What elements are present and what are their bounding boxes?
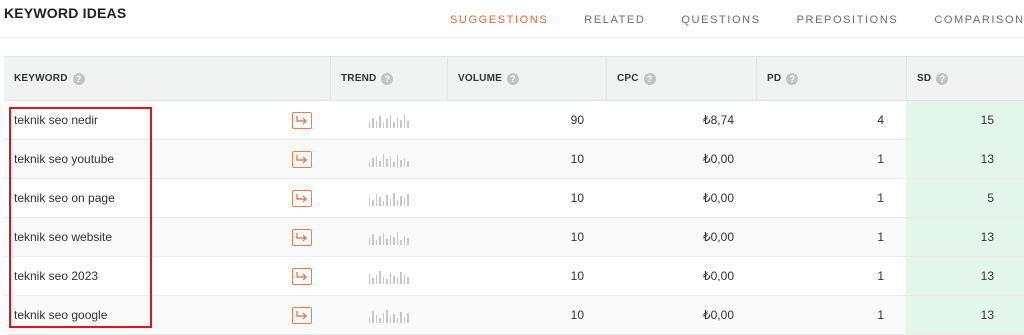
volume-value: 10 bbox=[570, 269, 584, 283]
keyword-cell: teknik seo google bbox=[4, 296, 330, 334]
column-header-pd[interactable]: PD ? bbox=[756, 57, 906, 100]
table-body: teknik seo nedir 90 ₺8,74 4 15 teknik se… bbox=[4, 101, 1024, 335]
sd-value: 13 bbox=[906, 257, 1024, 295]
tab-suggestions[interactable]: SUGGESTIONS bbox=[450, 14, 548, 26]
keyword-table: KEYWORD ? TREND ? VOLUME ? CPC ? PD ? SD… bbox=[4, 56, 1024, 335]
arrow-redirect-icon[interactable] bbox=[292, 150, 312, 168]
table-row: teknik seo website 10 ₺0,00 1 13 bbox=[4, 218, 1024, 257]
tab-prepositions[interactable]: PREPOSITIONS bbox=[797, 14, 899, 26]
trend-cell bbox=[330, 101, 447, 139]
trend-cell bbox=[330, 257, 447, 295]
pd-value: 1 bbox=[877, 308, 884, 322]
table-header: KEYWORD ? TREND ? VOLUME ? CPC ? PD ? SD… bbox=[4, 57, 1024, 101]
tab-comparisons[interactable]: COMPARISONS bbox=[934, 14, 1024, 26]
question-circle-icon[interactable]: ? bbox=[643, 72, 656, 85]
table-row: teknik seo youtube 10 ₺0,00 1 13 bbox=[4, 140, 1024, 179]
tab-bar: SUGGESTIONS RELATED QUESTIONS PREPOSITIO… bbox=[450, 12, 1024, 28]
question-circle-icon[interactable]: ? bbox=[936, 72, 949, 85]
table-row: teknik seo nedir 90 ₺8,74 4 15 bbox=[4, 101, 1024, 140]
trend-cell bbox=[330, 140, 447, 178]
keyword-cell: teknik seo youtube bbox=[4, 140, 330, 178]
arrow-redirect-icon[interactable] bbox=[292, 111, 312, 129]
column-label: KEYWORD bbox=[14, 73, 68, 84]
keyword-link[interactable]: teknik seo google bbox=[14, 308, 292, 322]
cpc-value: ₺8,74 bbox=[703, 113, 734, 127]
tab-questions[interactable]: QUESTIONS bbox=[681, 14, 760, 26]
table-row: teknik seo google 10 ₺0,00 1 13 bbox=[4, 296, 1024, 335]
column-header-volume[interactable]: VOLUME ? bbox=[447, 57, 606, 100]
pd-value: 1 bbox=[877, 269, 884, 283]
table-row: teknik seo 2023 10 ₺0,00 1 13 bbox=[4, 257, 1024, 296]
column-header-trend[interactable]: TREND ? bbox=[330, 57, 447, 100]
sd-value: 13 bbox=[906, 296, 1024, 334]
keyword-cell: teknik seo on page bbox=[4, 179, 330, 217]
arrow-redirect-icon[interactable] bbox=[292, 189, 312, 207]
trend-sparkline-icon[interactable] bbox=[368, 229, 409, 245]
trend-sparkline-icon[interactable] bbox=[368, 151, 409, 167]
arrow-redirect-icon[interactable] bbox=[292, 228, 312, 246]
keyword-cell: teknik seo 2023 bbox=[4, 257, 330, 295]
sd-value: 15 bbox=[906, 101, 1024, 139]
sd-value: 5 bbox=[906, 179, 1024, 217]
page-title: KEYWORD IDEAS bbox=[4, 5, 127, 21]
keyword-cell: teknik seo nedir bbox=[4, 101, 330, 139]
pd-value: 1 bbox=[877, 191, 884, 205]
cpc-value: ₺0,00 bbox=[703, 230, 734, 244]
column-label: SD bbox=[917, 73, 932, 84]
question-circle-icon[interactable]: ? bbox=[786, 72, 799, 85]
column-header-keyword[interactable]: KEYWORD ? bbox=[4, 57, 330, 100]
keyword-cell: teknik seo website bbox=[4, 218, 330, 256]
column-header-sd[interactable]: SD ? bbox=[906, 57, 1024, 100]
arrow-redirect-icon[interactable] bbox=[292, 306, 312, 324]
question-circle-icon[interactable]: ? bbox=[381, 72, 394, 85]
trend-sparkline-icon[interactable] bbox=[368, 268, 409, 284]
pd-value: 4 bbox=[877, 113, 884, 127]
table-row: teknik seo on page 10 ₺0,00 1 5 bbox=[4, 179, 1024, 218]
keyword-link[interactable]: teknik seo on page bbox=[14, 191, 292, 205]
question-circle-icon[interactable]: ? bbox=[72, 72, 85, 85]
keyword-link[interactable]: teknik seo 2023 bbox=[14, 269, 292, 283]
keyword-link[interactable]: teknik seo website bbox=[14, 230, 292, 244]
keyword-link[interactable]: teknik seo nedir bbox=[14, 113, 292, 127]
cpc-value: ₺0,00 bbox=[703, 152, 734, 166]
keyword-link[interactable]: teknik seo youtube bbox=[14, 152, 292, 166]
header-divider bbox=[0, 37, 1024, 38]
trend-cell bbox=[330, 179, 447, 217]
volume-value: 10 bbox=[570, 308, 584, 322]
sd-value: 13 bbox=[906, 140, 1024, 178]
sd-value: 13 bbox=[906, 218, 1024, 256]
column-label: VOLUME bbox=[458, 73, 502, 84]
volume-value: 10 bbox=[570, 152, 584, 166]
cpc-value: ₺0,00 bbox=[703, 191, 734, 205]
trend-cell bbox=[330, 296, 447, 334]
column-label: PD bbox=[767, 73, 782, 84]
volume-value: 10 bbox=[570, 230, 584, 244]
tab-related[interactable]: RELATED bbox=[584, 14, 645, 26]
column-header-cpc[interactable]: CPC ? bbox=[606, 57, 756, 100]
volume-value: 90 bbox=[570, 113, 584, 127]
question-circle-icon[interactable]: ? bbox=[506, 72, 519, 85]
arrow-redirect-icon[interactable] bbox=[292, 267, 312, 285]
trend-cell bbox=[330, 218, 447, 256]
trend-sparkline-icon[interactable] bbox=[368, 112, 409, 128]
trend-sparkline-icon[interactable] bbox=[368, 307, 409, 323]
volume-value: 10 bbox=[570, 191, 584, 205]
column-label: CPC bbox=[617, 73, 639, 84]
pd-value: 1 bbox=[877, 152, 884, 166]
pd-value: 1 bbox=[877, 230, 884, 244]
column-label: TREND bbox=[341, 73, 377, 84]
trend-sparkline-icon[interactable] bbox=[368, 190, 409, 206]
cpc-value: ₺0,00 bbox=[703, 308, 734, 322]
cpc-value: ₺0,00 bbox=[703, 269, 734, 283]
